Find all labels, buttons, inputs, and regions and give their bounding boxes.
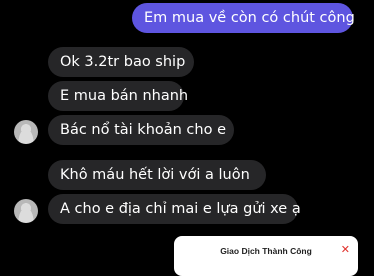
received-message[interactable]: Bác nổ tài khoản cho e: [48, 115, 234, 145]
received-message[interactable]: Ok 3.2tr bao ship: [48, 47, 194, 77]
close-icon[interactable]: ✕: [341, 244, 350, 256]
contact-avatar[interactable]: [14, 120, 38, 144]
contact-avatar[interactable]: [14, 199, 38, 223]
transfer-success-title: Giao Dịch Thành Công: [220, 246, 312, 256]
received-message[interactable]: A cho e địa chỉ mai e lựa gửi xe ạ: [48, 194, 301, 224]
received-message[interactable]: Khô máu hết lời với a luôn: [48, 160, 266, 190]
sent-message[interactable]: Em mua về còn có chút công: [132, 3, 355, 33]
received-message[interactable]: E mua bán nhanh: [48, 81, 188, 111]
transfer-success-card[interactable]: Giao Dịch Thành Công ✕: [174, 236, 358, 276]
